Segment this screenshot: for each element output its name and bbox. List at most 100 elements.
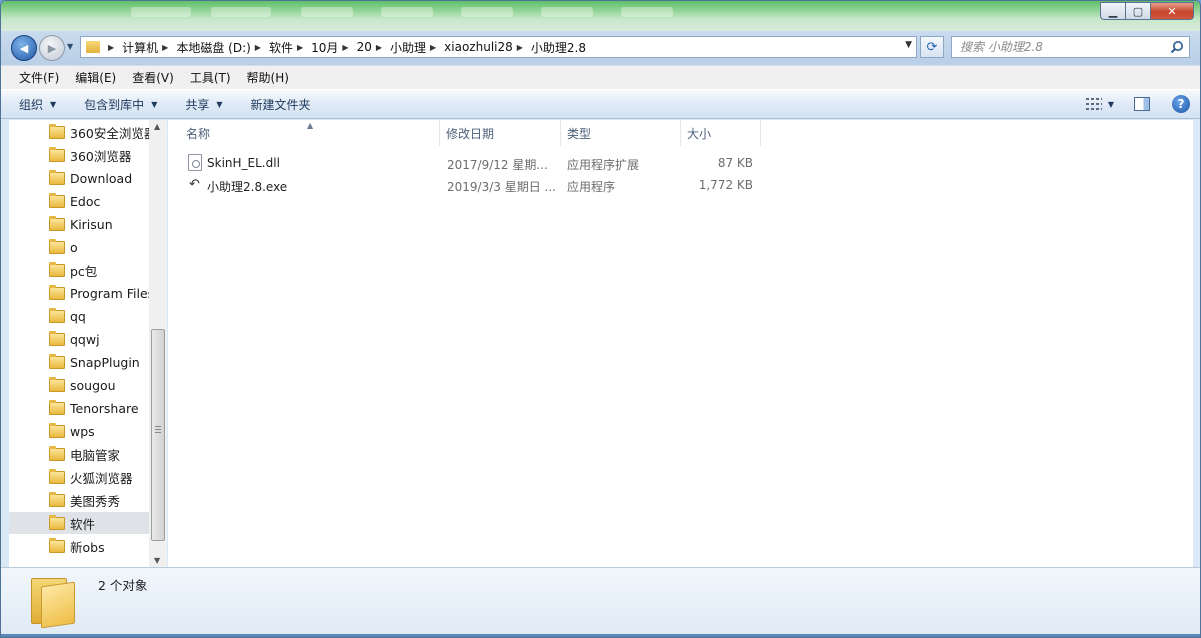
file-type: 应用程序 <box>567 180 616 194</box>
share-button[interactable]: 共享 ▼ <box>185 96 222 113</box>
dll-file-icon <box>188 154 202 171</box>
change-view-icon[interactable] <box>1085 98 1102 110</box>
scroll-up-icon[interactable]: ▲ <box>154 122 160 131</box>
sidebar-item[interactable]: 软件 <box>9 512 149 534</box>
address-history-dropdown[interactable]: ▼ <box>905 40 912 50</box>
new-folder-button[interactable]: 新建文件夹 <box>251 96 311 113</box>
view-options-dropdown[interactable]: ▼ <box>1108 100 1114 109</box>
menu-tools[interactable]: 工具(T) <box>182 69 239 86</box>
folder-icon <box>31 574 75 629</box>
include-in-library-button[interactable]: 包含到库中 ▼ <box>84 96 157 113</box>
explorer-window: ▁ ▢ ✕ ◀ ▶ ▼ ▶ 计算机 ▶ 本地磁盘 (D:) ▶ 软件 ▶ 10月 ▶ 20 ▶ 小助… <box>0 0 1201 638</box>
item-count: 2 个对象 <box>98 578 148 593</box>
details-pane: 2 个对象 <box>1 567 1200 637</box>
chevron-right-icon[interactable]: ▶ <box>162 43 168 52</box>
chevron-right-icon[interactable]: ▶ <box>430 43 436 52</box>
folder-icon <box>49 353 65 369</box>
close-button[interactable]: ✕ <box>1150 2 1194 20</box>
sidebar-item-label: 火狐浏览器 <box>70 470 133 486</box>
sort-ascending-icon: ▲ <box>307 121 314 130</box>
folder-icon <box>49 399 65 415</box>
search-icon[interactable] <box>1170 40 1184 54</box>
breadcrumb-item[interactable]: 小助理 <box>390 39 426 56</box>
sidebar-item[interactable]: 火狐浏览器 <box>9 466 149 488</box>
sidebar-item[interactable]: sougou <box>9 374 149 396</box>
chevron-right-icon[interactable]: ▶ <box>342 43 348 52</box>
chevron-right-icon[interactable]: ▶ <box>517 43 523 52</box>
breadcrumb-item[interactable]: xiaozhuli28 <box>444 40 513 54</box>
folder-icon <box>49 468 65 484</box>
include-in-library-label: 包含到库中 <box>84 97 145 112</box>
sidebar-item[interactable]: pc包 <box>9 259 149 281</box>
sidebar-item-label: qq <box>70 308 86 324</box>
nav-scrollbar[interactable]: ▲ ▼ <box>149 120 167 567</box>
breadcrumb-item[interactable]: 本地磁盘 (D:) <box>176 39 250 56</box>
folder-icon <box>49 491 65 507</box>
sidebar-item[interactable]: 360浏览器 <box>9 144 149 166</box>
chevron-right-icon[interactable]: ▶ <box>297 43 303 52</box>
column-header-size[interactable]: 大小 <box>681 120 761 146</box>
sidebar-item-label: pc包 <box>70 263 98 279</box>
table-row[interactable]: SkinH_EL.dll 2017/9/12 星期... 应用程序扩展 87 K… <box>186 154 766 174</box>
address-bar[interactable]: ▶ 计算机 ▶ 本地磁盘 (D:) ▶ 软件 ▶ 10月 ▶ 20 ▶ 小助理 ▶ xiaozhuli2… <box>80 36 917 58</box>
sidebar-item[interactable]: Program Files <box>9 282 149 304</box>
column-header-modified[interactable]: 修改日期 <box>440 120 561 146</box>
refresh-button[interactable]: ⟳ <box>920 36 944 58</box>
sidebar-item[interactable]: qq <box>9 305 149 327</box>
folder-icon <box>49 238 65 254</box>
column-header-type[interactable]: 类型 <box>561 120 681 146</box>
sidebar-item-label: Edoc <box>70 193 101 209</box>
folder-icon <box>49 215 65 231</box>
sidebar-item-label: wps <box>70 423 95 439</box>
menu-edit[interactable]: 编辑(E) <box>67 69 124 86</box>
search-input[interactable] <box>952 40 1157 54</box>
file-name: 小助理2.8.exe <box>207 180 288 194</box>
sidebar-item[interactable]: 360安全浏览器 <box>9 121 149 143</box>
breadcrumb-item[interactable]: 小助理2.8 <box>531 39 586 56</box>
back-button[interactable]: ◀ <box>11 35 37 61</box>
menu-file[interactable]: 文件(F) <box>11 69 67 86</box>
sidebar-item[interactable]: 美图秀秀 <box>9 489 149 511</box>
breadcrumb-item[interactable]: 软件 <box>269 39 293 56</box>
maximize-button[interactable]: ▢ <box>1125 2 1151 20</box>
chevron-right-icon[interactable]: ▶ <box>108 43 114 52</box>
forward-button[interactable]: ▶ <box>39 35 65 61</box>
new-folder-label: 新建文件夹 <box>250 97 311 112</box>
sidebar-item[interactable]: Tenorshare <box>9 397 149 419</box>
sidebar-item[interactable]: 新obs <box>9 535 149 557</box>
organize-button[interactable]: 组织 ▼ <box>19 96 56 113</box>
breadcrumb: 计算机 ▶ 本地磁盘 (D:) ▶ 软件 ▶ 10月 ▶ 20 ▶ 小助理 ▶ xiaozhuli28 ▶… <box>122 39 586 56</box>
preview-pane-icon[interactable] <box>1134 97 1150 111</box>
sidebar-item[interactable]: 电脑管家 <box>9 443 149 465</box>
sidebar-item-label: Tenorshare <box>70 400 139 416</box>
breadcrumb-item[interactable]: 计算机 <box>122 39 158 56</box>
sidebar-item[interactable]: SnapPlugin <box>9 351 149 373</box>
sidebar-item[interactable]: wps <box>9 420 149 442</box>
sidebar-item[interactable]: Kirisun <box>9 213 149 235</box>
minimize-button[interactable]: ▁ <box>1100 2 1126 20</box>
navigation-bar: ◀ ▶ ▼ ▶ 计算机 ▶ 本地磁盘 (D:) ▶ 软件 ▶ 10月 ▶ 20 ▶ 小助理 ▶ xiao… <box>1 31 1200 65</box>
sidebar-item[interactable]: Download <box>9 167 149 189</box>
search-box[interactable] <box>951 36 1190 58</box>
recent-pages-dropdown[interactable]: ▼ <box>67 42 73 51</box>
sidebar-item[interactable]: Edoc <box>9 190 149 212</box>
menu-help[interactable]: 帮助(H) <box>239 69 297 86</box>
folder-icon <box>49 330 65 346</box>
sidebar-item[interactable]: qqwj <box>9 328 149 350</box>
chevron-right-icon[interactable]: ▶ <box>255 43 261 52</box>
scroll-down-icon[interactable]: ▼ <box>154 556 160 565</box>
sidebar-item[interactable]: o <box>9 236 149 258</box>
column-name-label: 名称 <box>186 126 211 141</box>
breadcrumb-item[interactable]: 10月 <box>311 39 338 56</box>
back-arrow-icon: ◀ <box>19 41 29 55</box>
breadcrumb-item[interactable]: 20 <box>357 40 372 54</box>
column-header-name[interactable]: 名称 ▲ <box>168 120 440 146</box>
menu-view[interactable]: 查看(V) <box>124 69 182 86</box>
chevron-right-icon[interactable]: ▶ <box>376 43 382 52</box>
help-icon[interactable]: ? <box>1172 95 1190 113</box>
sidebar-item-label: Kirisun <box>70 216 113 232</box>
scrollbar-thumb[interactable] <box>151 329 165 541</box>
table-row[interactable]: ↶ 小助理2.8.exe 2019/3/3 星期日 ... 应用程序 1,772… <box>186 176 766 196</box>
title-bar[interactable]: ▁ ▢ ✕ <box>1 1 1200 31</box>
file-modified: 2017/9/12 星期... <box>447 158 548 172</box>
